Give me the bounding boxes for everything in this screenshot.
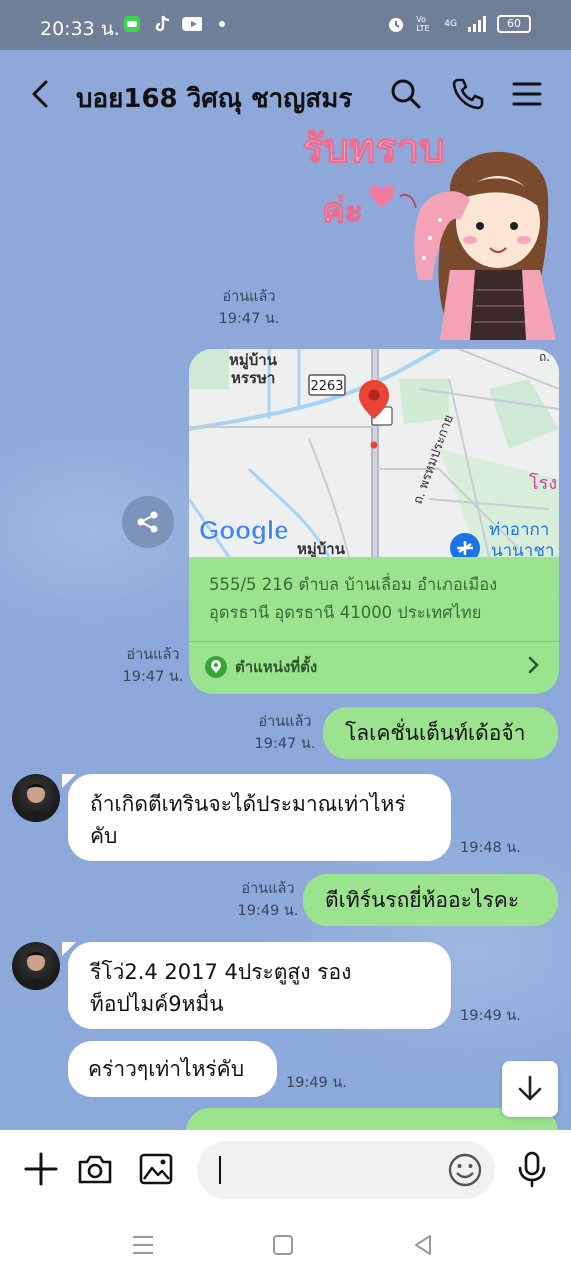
line-app-icon [122,14,142,34]
location-message[interactable]: 2263 หมู่บ้าน หรรษา ถ. พรหมประกาย Google… [189,349,559,694]
location-address: 555/5 216 ตำบล บ้านเลื่อม อำเภอเมือง อุด… [209,575,498,622]
message-time: 19:49 น. [237,903,299,919]
map-bottom-village: หมู่บ้าน [297,540,346,557]
volte-label: Vo LTE [416,15,430,33]
map-village-label-2: หรรษา [231,369,275,387]
message-time: 19:47 น. [218,311,280,327]
message-time: 19:47 น. [254,736,316,752]
chevron-right-icon[interactable] [527,655,541,679]
location-link[interactable]: ตำแหน่งที่ตั้ง [205,655,317,679]
battery-icon: 60 [497,15,531,33]
location-pin-icon [205,656,227,678]
message-meta: อ่านแล้ว 19:47 น. [250,711,320,755]
read-label: อ่านแล้ว [222,289,276,305]
sticker-text-2: ค่ะ [322,191,363,231]
signal-icon [467,14,487,34]
sticker-text-1: รับทราบ [302,130,445,172]
incoming-message-bubble[interactable]: ถ้าเกิดตีเทรินจะได้ประมาณเท่าไหร่คับ [68,774,451,861]
map-pink-label: โรง [529,472,557,494]
location-label: ตำแหน่งที่ตั้ง [235,658,318,676]
message-time: 19:49 น. [460,1008,521,1024]
back-icon[interactable] [26,76,56,112]
read-label: อ่านแล้ว [126,647,180,663]
map-corner-label: ถ. [539,350,550,364]
message-time: 19:47 น. [122,669,184,685]
read-label: อ่านแล้ว [258,714,312,730]
camera-icon[interactable] [76,1150,114,1188]
menu-icon[interactable] [510,76,546,112]
outgoing-message-bubble[interactable]: โลเคชั่นเต็นท์เด้อจ้า [323,707,558,759]
tiktok-icon [152,14,172,34]
plus-icon[interactable] [22,1150,60,1188]
emoji-icon[interactable] [447,1152,483,1188]
avatar[interactable] [12,942,60,990]
incoming-message-bubble[interactable]: รีโว่2.4 2017 4ประตูสูง รองท็อปไมค์9หมื่… [68,942,451,1029]
message-time: 19:49 น. [286,1075,347,1091]
share-icon [137,511,158,533]
avatar[interactable] [12,774,60,822]
map-preview[interactable]: 2263 หมู่บ้าน หรรษา ถ. พรหมประกาย Google… [189,349,559,557]
status-time: 20:33 น. [40,18,120,40]
home-icon[interactable] [271,1232,297,1258]
alarm-icon [386,14,406,34]
scroll-to-bottom-button[interactable] [502,1061,558,1117]
map-brand-logo: Google [199,515,289,545]
message-meta: อ่านแล้ว 19:47 น. [118,644,188,688]
arrow-down-icon [518,1075,542,1101]
status-bar: 20:33 น. Vo LTE 4G 60 [0,0,571,50]
map-airport-1: ท่าอากา [489,520,549,540]
message-time: 19:48 น. [460,840,521,856]
recent-apps-icon[interactable] [130,1232,156,1258]
road-number: 2263 [310,379,343,394]
microphone-icon[interactable] [514,1150,552,1188]
search-icon[interactable] [388,76,424,112]
share-button[interactable] [122,496,174,548]
network-label: 4G [444,19,457,29]
incoming-message-bubble[interactable]: คร่าวๆเท่าไหร่คับ [68,1041,277,1097]
outgoing-message-bubble[interactable]: ตีเทิร์นรถยี่ห้ออะไรคะ [303,874,558,926]
map-village-label-1: หมู่บ้าน [229,351,278,370]
dot-icon [212,14,232,34]
read-label: อ่านแล้ว [241,881,295,897]
map-airport-2: นานาชา [491,541,554,557]
youtube-icon [182,14,202,34]
image-icon[interactable] [137,1150,175,1188]
sticker-image[interactable]: รับทราบ ค่ะ [300,126,560,340]
text-caret [219,1156,221,1184]
phone-icon[interactable] [450,76,486,112]
divider [189,641,559,642]
message-meta: อ่านแล้ว 19:47 น. [214,286,284,330]
chat-title: บอย168 วิศณุ ชาญสมร [76,84,353,114]
message-meta: อ่านแล้ว 19:49 น. [230,878,306,922]
back-nav-icon[interactable] [410,1232,436,1258]
